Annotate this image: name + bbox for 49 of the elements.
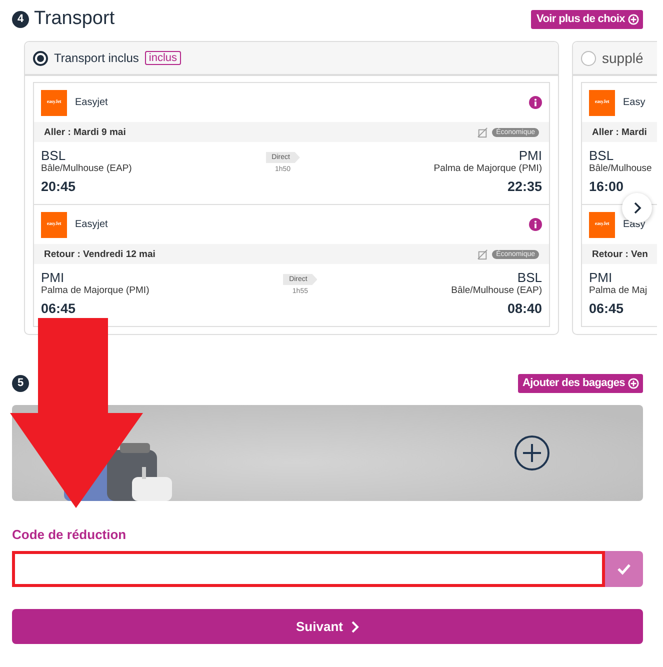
departure-time: 06:45 (41, 301, 76, 316)
arrival-time: 22:35 (507, 179, 542, 194)
departure-time: 20:45 (41, 179, 76, 194)
radio-button[interactable] (581, 50, 596, 66)
option-label: supplé (602, 50, 644, 66)
airport-name: Palma de Maj (589, 285, 648, 296)
flight-direction: Aller : Mardi 9 mai (44, 126, 127, 138)
no-baggage-icon (477, 248, 488, 260)
airport-code: BSL (517, 270, 542, 285)
airport-code: PMI (589, 270, 612, 285)
airport-code: PMI (41, 270, 64, 285)
option-label: Transport inclus (54, 51, 139, 65)
info-icon[interactable] (529, 218, 542, 231)
next-button[interactable]: Suivant (12, 609, 643, 644)
departure-time: 06:45 (589, 301, 624, 316)
flight-direction: Retour : Vendredi 12 mai (44, 248, 156, 260)
field-label: Code de réduction (12, 527, 128, 542)
airport-code: PMI (518, 148, 542, 163)
section-title: Transport (34, 8, 115, 30)
no-baggage-icon (477, 126, 488, 138)
airport-name: Bâle/Mulhouse (EAP) (41, 163, 132, 174)
flight-direction: Retour : Ven (592, 248, 649, 260)
discount-code-field[interactable] (12, 551, 605, 587)
chevron-right-icon (632, 202, 642, 214)
included-tag: inclus (144, 51, 182, 65)
step-number: 4 (12, 10, 29, 28)
airport-name: Bâle/Mulhouse (589, 163, 652, 174)
arrival-time: 08:40 (507, 301, 542, 316)
airport-name: Bâle/Mulhouse (EAP) (451, 285, 542, 296)
airline-name: Easy (623, 97, 646, 108)
airline-name: Easyjet (75, 97, 109, 108)
check-icon (617, 563, 631, 575)
airport-code: BSL (589, 148, 614, 163)
plus-circle-icon (628, 378, 639, 388)
plus-circle-icon[interactable] (514, 435, 550, 471)
departure-time: 16:00 (589, 179, 624, 194)
radio-button[interactable] (33, 50, 48, 66)
step-number: 5 (12, 374, 29, 392)
flight-direction: Aller : Mardi (592, 126, 648, 138)
airport-code: BSL (41, 148, 66, 163)
more-choices-button[interactable]: Voir plus de choix (531, 10, 643, 28)
info-icon[interactable] (529, 96, 542, 109)
add-baggage-button[interactable]: Ajouter des bagages (518, 374, 643, 392)
airport-name: Palma de Majorque (PMI) (41, 285, 150, 296)
apply-button[interactable] (605, 551, 643, 587)
chevron-right-icon (350, 620, 359, 632)
airline-name: Easyjet (75, 219, 109, 230)
plus-circle-icon (628, 14, 639, 24)
airport-name: Palma de Majorque (PMI) (434, 163, 542, 174)
